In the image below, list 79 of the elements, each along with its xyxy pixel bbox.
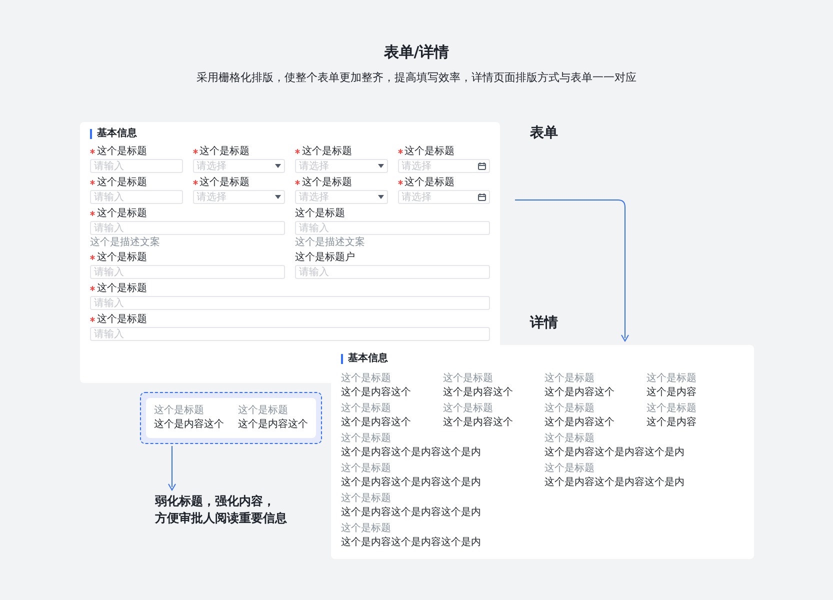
item-label: 这个是标题 <box>341 403 392 415</box>
connector-arrow <box>168 446 176 491</box>
page-subtitle: 采用栅格化排版，使整个表单更加整齐，提高填写效率，详情页面排版方式与表单一一对应 <box>196 70 636 85</box>
item-label: 这个是标题 <box>544 463 596 475</box>
item-value: 这个是内容这个 <box>442 417 514 429</box>
item-label: 这个是标题 <box>442 373 494 385</box>
item-value: 这个是内容这个 <box>442 387 514 399</box>
caret-icon <box>378 195 384 199</box>
caption-text: 方便审批人阅读重要信息 <box>155 511 287 525</box>
caret-icon <box>275 195 281 199</box>
field-label: 这个是标题 <box>97 177 147 188</box>
item-label: 这个是标题 <box>646 373 698 385</box>
accent-bar <box>341 354 343 364</box>
item-value: 这个是内容这个 <box>544 387 616 399</box>
input-field[interactable]: 请输入 <box>90 296 490 310</box>
item-value: 这个是内容这个 <box>341 417 412 429</box>
item-value: 这个是内容 <box>646 387 698 399</box>
field-label: 这个是标题 <box>302 177 352 188</box>
item-value: 这个是内容这个 <box>341 387 412 399</box>
caption-text: 弱化标题，强化内容， <box>155 494 276 508</box>
item-value: 这个是内容这个是内容这个是内 <box>544 447 686 459</box>
field-label: 这个是标题 <box>97 252 147 263</box>
field-hint: 这个是描述文案 <box>295 237 366 248</box>
field-label: 这个是标题 <box>200 146 250 157</box>
item-label: 这个是标题 <box>341 373 392 385</box>
input-field[interactable]: 请输入 <box>295 221 490 235</box>
item-label: 这个是标题 <box>238 405 289 417</box>
item-value: 这个是内容这个是内容这个是内 <box>341 447 482 459</box>
input-field[interactable]: 请输入 <box>90 190 182 204</box>
caret-icon <box>275 164 281 168</box>
input-field[interactable]: 请输入 <box>90 159 182 173</box>
field-label: 这个是标题 <box>97 314 147 325</box>
calendar-icon <box>478 193 486 201</box>
field-label: 这个是标题 <box>295 208 345 219</box>
item-label: 这个是标题 <box>544 433 596 445</box>
item-label: 这个是标题 <box>341 463 392 475</box>
item-value: 这个是内容这个是内容这个是内 <box>544 477 686 489</box>
field-label: 这个是标题 <box>97 283 147 294</box>
page-title: 表单/详情 <box>384 43 450 62</box>
select-field[interactable]: 请选择 <box>295 159 388 173</box>
item-label: 这个是标题 <box>646 403 698 415</box>
item-value: 这个是内容这个 <box>544 417 616 429</box>
accent-bar <box>90 129 92 139</box>
input-field[interactable]: 请输入 <box>295 265 490 279</box>
section-label: 详情 <box>530 315 558 331</box>
section-title: 基本信息 <box>97 128 137 140</box>
item-value: 这个是内容这个是内容这个是内 <box>341 537 482 549</box>
field-label: 这个是标题 <box>404 146 454 157</box>
field-hint: 这个是描述文案 <box>90 237 161 248</box>
caret-icon <box>378 164 384 168</box>
field-label: 这个是标题 <box>302 146 352 157</box>
item-value: 这个是内容这个是内容这个是内 <box>341 477 482 489</box>
item-value: 这个是内容这个 <box>238 419 308 431</box>
item-label: 这个是标题 <box>154 405 205 417</box>
field-label: 这个是标题户 <box>295 252 355 263</box>
select-field[interactable]: 请选择 <box>192 159 285 173</box>
item-label: 这个是标题 <box>442 403 494 415</box>
select-field[interactable]: 请选择 <box>192 190 285 204</box>
item-value: 这个是内容 <box>646 417 698 429</box>
item-label: 这个是标题 <box>341 433 392 445</box>
item-value: 这个是内容这个 <box>154 419 224 431</box>
field-label: 这个是标题 <box>404 177 454 188</box>
field-label: 这个是标题 <box>97 208 147 219</box>
item-value: 这个是内容这个是内容这个是内 <box>341 507 482 519</box>
item-label: 这个是标题 <box>544 373 596 385</box>
section-title: 基本信息 <box>348 353 388 365</box>
item-label: 这个是标题 <box>341 523 392 535</box>
select-field[interactable]: 请选择 <box>295 190 388 204</box>
item-label: 这个是标题 <box>341 493 392 505</box>
input-field[interactable]: 请输入 <box>90 327 490 341</box>
input-field[interactable]: 请输入 <box>90 265 285 279</box>
section-label: 表单 <box>530 125 558 141</box>
date-field[interactable]: 请选择 <box>398 190 490 204</box>
item-label: 这个是标题 <box>544 403 596 415</box>
field-label: 这个是标题 <box>200 177 250 188</box>
field-label: 这个是标题 <box>97 146 147 157</box>
input-field[interactable]: 请输入 <box>90 221 285 235</box>
date-field[interactable]: 请选择 <box>398 159 490 173</box>
calendar-icon <box>478 162 486 170</box>
